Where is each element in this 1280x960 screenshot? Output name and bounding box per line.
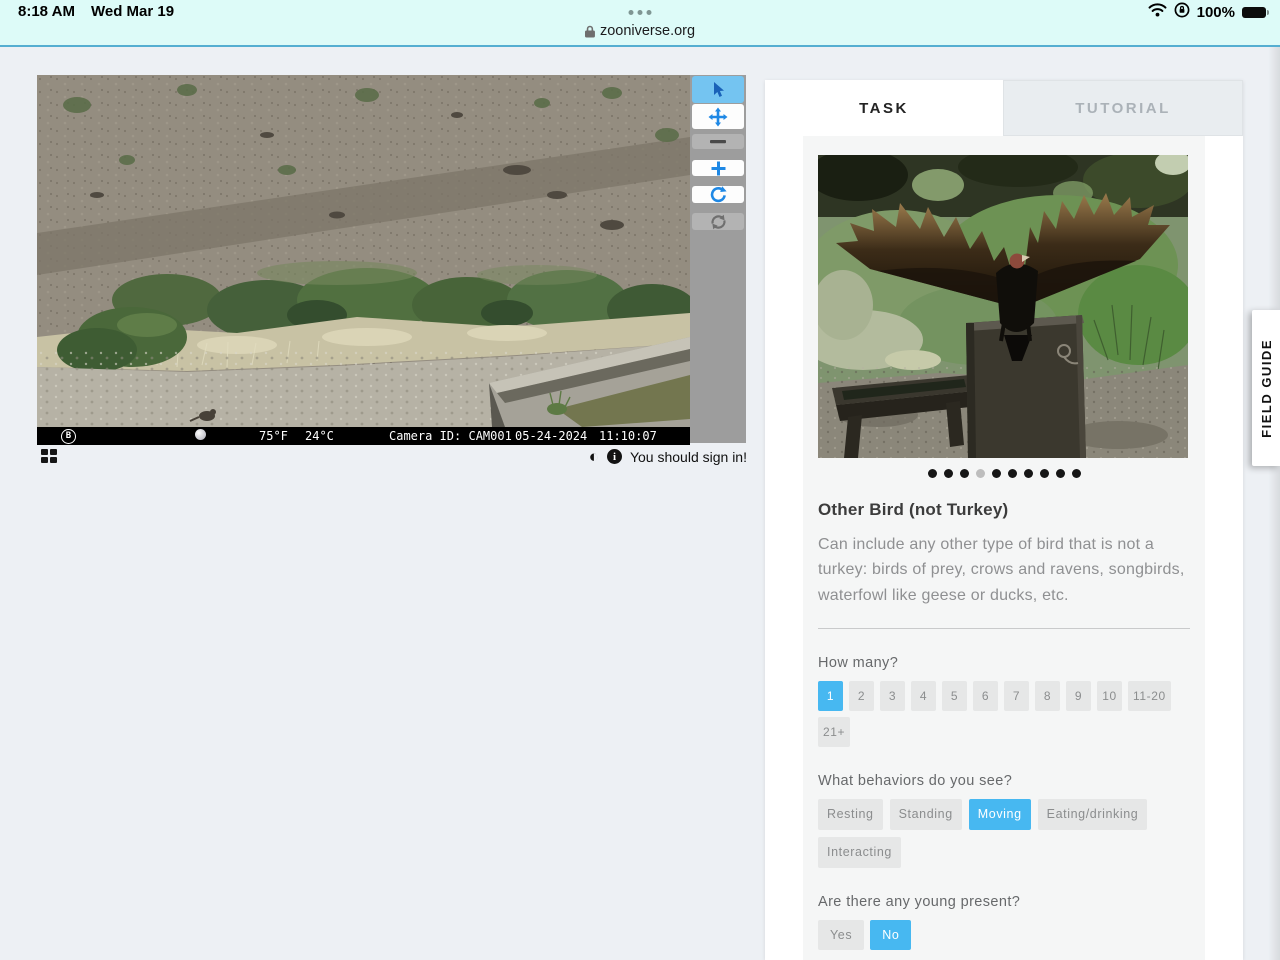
- answer-option-6[interactable]: 6: [973, 680, 998, 711]
- battery-percent: 100%: [1196, 3, 1235, 21]
- field-guide-tab[interactable]: FIELD GUIDE: [1252, 310, 1280, 466]
- tab-tutorial[interactable]: TUTORIAL: [1003, 80, 1243, 136]
- answer-option-resting[interactable]: Resting: [818, 798, 883, 830]
- answer-option-no[interactable]: No: [870, 919, 912, 950]
- answer-option-9[interactable]: 9: [1066, 680, 1091, 711]
- subject-example-image: [818, 155, 1190, 458]
- answer-option-interacting[interactable]: Interacting: [818, 836, 901, 868]
- app-root: 8:18 AM Wed Mar 19 100% zooniverse.org B…: [0, 0, 1280, 960]
- status-time: 8:18 AM: [18, 3, 75, 20]
- task-panel: TASK TUTORIAL Other Bird (not Turkey) Ca…: [765, 80, 1243, 960]
- subject-viewer: B 75°F 24°C Camera ID: CAM001 05-24-2024…: [37, 75, 690, 445]
- question-label: What behaviors do you see?: [818, 772, 1013, 789]
- browser-chrome: 8:18 AM Wed Mar 19 100% zooniverse.org: [0, 0, 1280, 47]
- carousel-dot[interactable]: [975, 469, 985, 478]
- rotation-lock-icon: [1174, 2, 1190, 22]
- reset-button[interactable]: [692, 213, 744, 230]
- zoom-out-button[interactable]: [692, 134, 744, 149]
- answer-option-7[interactable]: 7: [1004, 680, 1029, 711]
- rotate-button[interactable]: [692, 186, 744, 203]
- answer-option-3[interactable]: 3: [880, 680, 905, 711]
- contrast-icon[interactable]: ◐: [589, 448, 599, 465]
- address-bar[interactable]: zooniverse.org: [584, 23, 696, 39]
- menu-dots-icon[interactable]: [628, 10, 652, 15]
- pan-tool-icon: [708, 107, 728, 126]
- osd-date: 05-24-2024: [515, 429, 588, 443]
- task-content: Other Bird (not Turkey) Can include any …: [803, 136, 1205, 960]
- question-block: Are there any young present? Yes No: [818, 894, 1190, 950]
- carousel-dot[interactable]: [943, 469, 953, 478]
- viewer-footer: ◐ i You should sign in!: [37, 448, 747, 468]
- pan-tool-button[interactable]: [692, 104, 744, 129]
- question-label: Are there any young present?: [818, 893, 1021, 910]
- status-right: 100%: [1148, 2, 1269, 22]
- carousel-dots: [818, 469, 1190, 478]
- osd-temp-c: 24°C: [305, 429, 334, 443]
- carousel-dot[interactable]: [1071, 469, 1081, 478]
- carousel-dot[interactable]: [959, 469, 969, 478]
- osd-camera-id: Camera ID: CAM001: [389, 429, 512, 443]
- camera-trap-photo[interactable]: [37, 75, 690, 427]
- viewer-toolbar: [690, 75, 746, 443]
- select-tool-icon: [713, 82, 724, 97]
- tab-bar: TASK TUTORIAL: [765, 80, 1243, 136]
- carousel-dot[interactable]: [991, 469, 1001, 478]
- edge-shade: [1268, 47, 1280, 960]
- carousel-dot[interactable]: [1023, 469, 1033, 478]
- osd-time: 11:10:07: [599, 429, 657, 443]
- answer-option-11-20[interactable]: 11-20: [1128, 680, 1171, 711]
- answer-option-moving[interactable]: Moving: [968, 798, 1031, 830]
- wifi-icon: [1148, 3, 1167, 21]
- moon-phase-icon: [195, 429, 206, 440]
- camera-brand-logo: B: [61, 429, 76, 444]
- rotate-icon: [710, 186, 727, 203]
- answer-option-4[interactable]: 4: [911, 680, 936, 711]
- choice-description: Can include any other type of bird that …: [818, 536, 1185, 604]
- field-guide-label: FIELD GUIDE: [1258, 338, 1274, 438]
- status-date: Wed Mar 19: [90, 3, 175, 20]
- camera-osd-bar: B 75°F 24°C Camera ID: CAM001 05-24-2024…: [37, 427, 690, 445]
- status-left: 8:18 AM Wed Mar 19: [18, 3, 174, 20]
- answer-option-1[interactable]: 1: [818, 680, 843, 711]
- question-block: What behaviors do you see? Resting Standin…: [818, 773, 1190, 868]
- answer-option-8[interactable]: 8: [1035, 680, 1060, 711]
- signin-message: You should sign in!: [629, 448, 747, 465]
- osd-temp-f: 75°F: [259, 429, 288, 443]
- tab-task[interactable]: TASK: [765, 80, 1003, 136]
- carousel-dot[interactable]: [1007, 469, 1017, 478]
- zoom-in-icon: [711, 161, 725, 175]
- divider: [818, 627, 1190, 629]
- answer-option-yes[interactable]: Yes: [818, 919, 865, 950]
- question-label: How many?: [818, 654, 899, 671]
- answer-option-10[interactable]: 10: [1097, 680, 1122, 711]
- answer-option-21-[interactable]: 21+: [818, 716, 851, 747]
- answer-option-2[interactable]: 2: [849, 680, 874, 711]
- carousel-dot[interactable]: [1039, 469, 1049, 478]
- choice-heading: Other Bird (not Turkey): [818, 500, 1009, 519]
- info-icon[interactable]: i: [606, 449, 622, 464]
- question-block: How many? 1 2 3 4 5 6 7 8 9 10 11-20 21+: [818, 655, 1190, 747]
- carousel-dot[interactable]: [1055, 469, 1065, 478]
- select-tool-button[interactable]: [692, 76, 744, 103]
- carousel-dot[interactable]: [927, 469, 937, 478]
- zoom-out-icon: [710, 140, 726, 144]
- reset-icon: [710, 214, 726, 229]
- battery-icon: [1242, 6, 1269, 18]
- lock-icon: [584, 25, 595, 37]
- answer-option-5[interactable]: 5: [942, 680, 967, 711]
- url-text: zooniverse.org: [599, 23, 696, 39]
- answer-option-eating-drinking[interactable]: Eating/drinking: [1037, 798, 1148, 830]
- questions: How many? 1 2 3 4 5 6 7 8 9 10 11-20 21+ What behavio…: [818, 655, 1190, 950]
- answer-option-standing[interactable]: Standing: [889, 798, 962, 830]
- grid-icon[interactable]: [41, 449, 57, 463]
- zoom-in-button[interactable]: [692, 160, 744, 176]
